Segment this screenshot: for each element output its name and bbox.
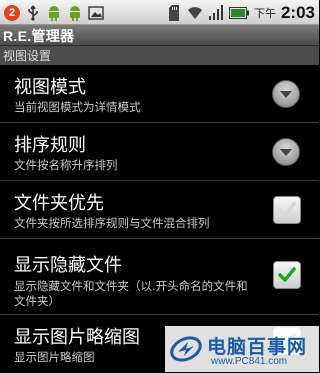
dropdown-arrow-icon[interactable] — [272, 138, 300, 166]
pref-view-mode[interactable]: 视图模式 当前视图模式为详情模式 — [0, 65, 319, 123]
wifi-icon — [187, 5, 203, 21]
pref-summary: 文件夹按所选排序规则与文件混合排列 — [14, 216, 210, 230]
pref-show-hidden[interactable]: 显示隐藏文件 显示隐藏文件和文件夹（以.开头命名的文件和文件夹） — [0, 239, 319, 315]
picture-icon — [88, 5, 104, 21]
pref-title: 视图模式 — [14, 77, 86, 98]
battery-icon — [228, 5, 249, 21]
show-hidden-checkbox[interactable] — [273, 261, 301, 289]
pref-sort-rule[interactable]: 排序规则 文件按名称升序排列 — [0, 123, 319, 181]
category-header: 视图设置 — [0, 46, 319, 65]
pref-summary: 显示隐藏文件和文件夹（以.开头命名的文件和文件夹） — [14, 279, 248, 308]
check-icon — [278, 267, 296, 282]
pref-summary: 文件按名称升序排列 — [14, 158, 118, 172]
pref-title: 显示隐藏文件 — [14, 255, 122, 276]
title-bar: R.E.管理器 — [0, 25, 319, 46]
status-bar: 2 下午 2:03 — [0, 0, 319, 25]
usb-icon — [25, 5, 41, 21]
pref-folders-first[interactable]: 文件夹优先 文件夹按所选排序规则与文件混合排列 — [0, 181, 319, 239]
pref-title: 排序规则 — [14, 135, 86, 156]
watermark: 电脑百事网 www.PC841.com — [165, 326, 319, 372]
pref-summary: 当前视图模式为详情模式 — [14, 100, 141, 114]
watermark-title: 电脑百事网 — [207, 336, 308, 358]
folders-first-checkbox[interactable] — [273, 196, 301, 224]
check-icon — [278, 202, 296, 217]
signal-icon — [208, 5, 224, 21]
pref-title: 文件夹优先 — [14, 193, 104, 214]
android-icon — [67, 5, 83, 21]
notification-badge[interactable]: 2 — [4, 4, 20, 21]
watermark-url: www.PC841.com — [211, 356, 288, 367]
pref-title: 显示图片略缩图 — [14, 327, 140, 348]
time-period: 下午 — [253, 6, 276, 20]
dropdown-arrow-icon[interactable] — [272, 80, 300, 108]
sd-card-icon — [166, 4, 182, 21]
category-title: 视图设置 — [3, 49, 52, 63]
app-title: R.E.管理器 — [3, 28, 75, 44]
android-icon — [46, 5, 62, 21]
clock: 2:03 — [280, 2, 315, 22]
watermark-logo-icon — [170, 336, 202, 362]
